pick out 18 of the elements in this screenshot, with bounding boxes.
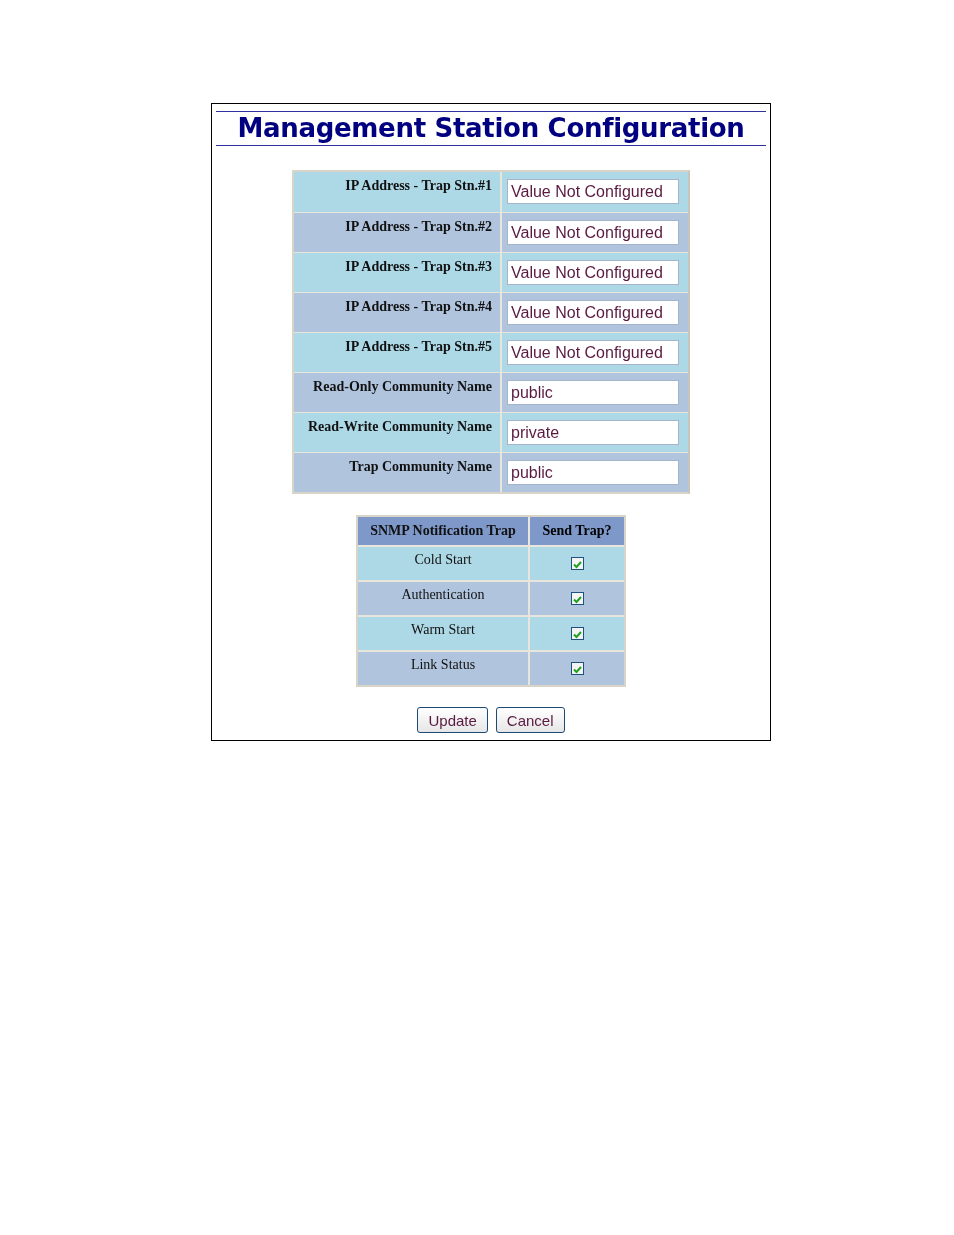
checkbox[interactable]	[570, 627, 584, 640]
input-field[interactable]: Value Not Configured	[507, 300, 679, 325]
checkbox[interactable]	[570, 557, 584, 570]
input-field[interactable]: public	[507, 380, 679, 405]
checkbox[interactable]	[570, 592, 584, 605]
input-field[interactable]: Value Not Configured	[507, 179, 679, 204]
input-field[interactable]: Value Not Configured	[507, 340, 679, 365]
checkbox[interactable]	[570, 662, 584, 675]
input-field[interactable]: Value Not Configured	[507, 260, 679, 285]
trap-name: Link Status	[358, 652, 530, 685]
form-button[interactable]: Cancel	[495, 707, 565, 733]
input-field[interactable]: private	[507, 420, 679, 445]
setting-label: Trap Community Name	[294, 453, 502, 492]
input-field[interactable]: public	[507, 460, 679, 485]
form-button[interactable]: Update	[417, 707, 488, 733]
input-field[interactable]: Value Not Configured	[507, 220, 679, 245]
page-title: Management Station Configuration	[216, 111, 766, 146]
column-header: Send Trap?	[541, 522, 613, 540]
